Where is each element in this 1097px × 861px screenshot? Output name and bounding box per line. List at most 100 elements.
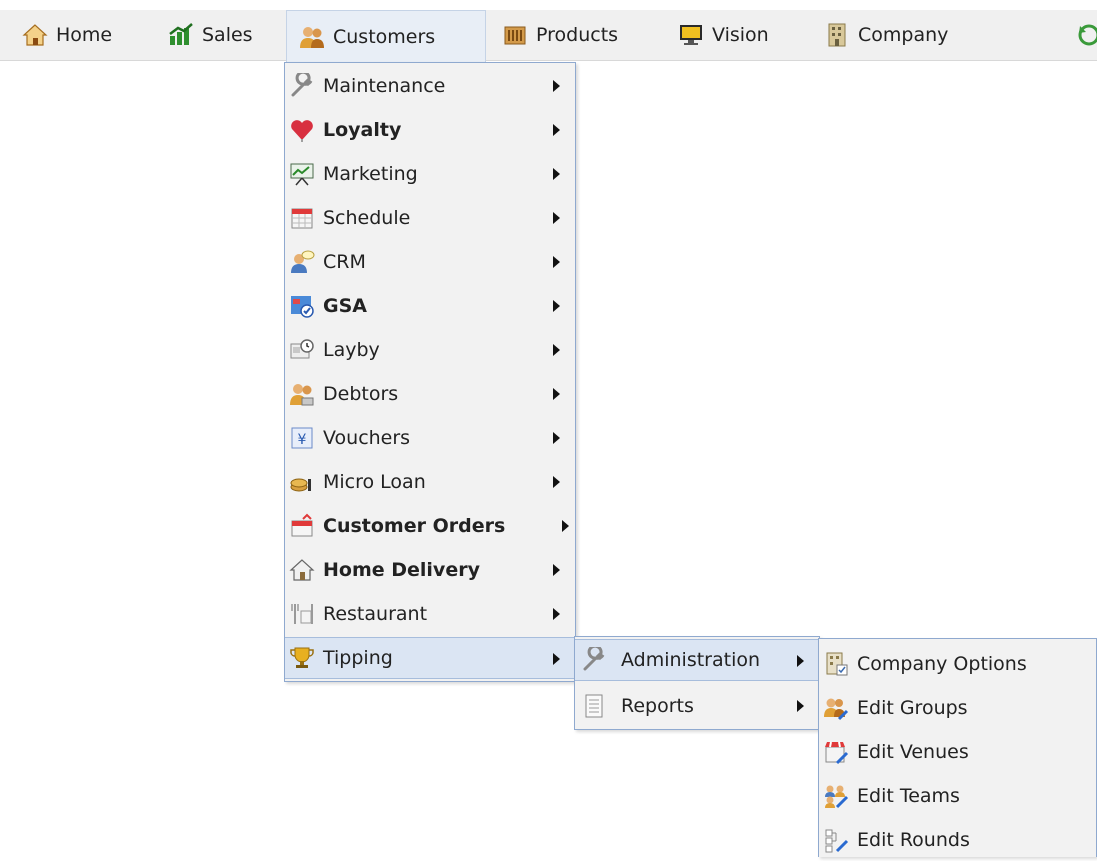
rounds-edit-icon: [823, 827, 849, 853]
customers-menu: Maintenance Loyalty Marketing Schedule C…: [284, 62, 576, 682]
nav-home-label: Home: [56, 24, 113, 46]
nav-customers[interactable]: Customers: [286, 10, 486, 62]
wrench-icon: [581, 647, 607, 673]
report-document-icon: [581, 693, 607, 719]
menu-item-label: Maintenance: [323, 75, 446, 97]
menu-item-home-delivery[interactable]: Home Delivery: [285, 549, 575, 591]
nav-sales-label: Sales: [202, 24, 253, 46]
nav-vision[interactable]: Vision: [678, 10, 769, 60]
svg-text:¥: ¥: [298, 432, 307, 448]
menu-item-label: Edit Groups: [857, 697, 968, 719]
layby-clock-icon: [289, 337, 315, 363]
nav-overflow-item[interactable]: [1076, 10, 1097, 60]
menu-item-gsa[interactable]: GSA: [285, 285, 575, 327]
building-icon: [824, 22, 850, 48]
menu-item-label: Debtors: [323, 383, 399, 405]
menu-item-label: Tipping: [323, 647, 393, 669]
submenu-arrow-icon: [553, 564, 560, 576]
menu-item-crm[interactable]: CRM: [285, 241, 575, 283]
submenu-arrow-icon: [553, 80, 560, 92]
menu-item-label: Micro Loan: [323, 471, 426, 493]
menu-item-label: Company Options: [857, 653, 1027, 675]
voucher-icon: ¥: [289, 425, 315, 451]
menu-item-loyalty[interactable]: Loyalty: [285, 109, 575, 151]
menu-item-label: Edit Rounds: [857, 829, 970, 851]
venue-edit-icon: [823, 739, 849, 765]
menu-item-customer-orders[interactable]: Customer Orders: [285, 505, 575, 547]
home-icon: [22, 22, 48, 48]
presentation-icon: [289, 161, 315, 187]
submenu-arrow-icon: [553, 476, 560, 488]
menu-item-label: Edit Teams: [857, 785, 960, 807]
nav-vision-label: Vision: [712, 24, 769, 46]
menu-item-edit-rounds[interactable]: Edit Rounds: [819, 819, 1096, 861]
wrench-icon: [289, 73, 315, 99]
submenu-arrow-icon: [797, 700, 804, 712]
group-edit-icon: [823, 695, 849, 721]
menu-item-label: Edit Venues: [857, 741, 969, 763]
menu-item-schedule[interactable]: Schedule: [285, 197, 575, 239]
products-icon: [502, 22, 528, 48]
submenu-arrow-icon: [553, 388, 560, 400]
submenu-arrow-icon: [562, 520, 569, 532]
cutlery-icon: [289, 601, 315, 627]
nav-sales[interactable]: Sales: [168, 10, 253, 60]
nav-company-label: Company: [858, 24, 949, 46]
customers-icon: [299, 24, 325, 50]
submenu-arrow-icon: [553, 344, 560, 356]
calendar-icon: [289, 205, 315, 231]
debtors-icon: [289, 381, 315, 407]
refresh-icon: [1076, 22, 1097, 48]
menu-item-label: CRM: [323, 251, 366, 273]
heart-icon: [289, 117, 315, 143]
monitor-icon: [678, 22, 704, 48]
menu-item-edit-groups[interactable]: Edit Groups: [819, 687, 1096, 729]
building-check-icon: [823, 651, 849, 677]
map-check-icon: [289, 293, 315, 319]
menu-item-tipping[interactable]: Tipping: [285, 637, 575, 679]
submenu-arrow-icon: [553, 300, 560, 312]
menu-item-debtors[interactable]: Debtors: [285, 373, 575, 415]
nav-customers-label: Customers: [333, 25, 436, 48]
menu-item-label: Home Delivery: [323, 559, 480, 581]
person-chat-icon: [289, 249, 315, 275]
submenu-arrow-icon: [553, 432, 560, 444]
menu-item-micro-loan[interactable]: Micro Loan: [285, 461, 575, 503]
submenu-arrow-icon: [553, 212, 560, 224]
menu-item-reports[interactable]: Reports: [575, 685, 819, 727]
nav-products-label: Products: [536, 24, 619, 46]
sales-chart-icon: [168, 22, 194, 48]
menu-item-edit-venues[interactable]: Edit Venues: [819, 731, 1096, 773]
coins-icon: [289, 469, 315, 495]
menu-item-restaurant[interactable]: Restaurant: [285, 593, 575, 635]
menu-item-label: Marketing: [323, 163, 418, 185]
orders-calendar-icon: [289, 513, 315, 539]
administration-submenu: Company Options Edit Groups Edit Venues …: [818, 638, 1097, 857]
nav-products[interactable]: Products: [502, 10, 618, 60]
menu-item-label: Restaurant: [323, 603, 428, 625]
submenu-arrow-icon: [553, 653, 560, 665]
menu-item-layby[interactable]: Layby: [285, 329, 575, 371]
tipping-submenu: Administration Reports: [574, 636, 820, 730]
trophy-icon: [289, 645, 315, 671]
submenu-arrow-icon: [553, 168, 560, 180]
nav-company[interactable]: Company: [824, 10, 948, 60]
submenu-arrow-icon: [553, 256, 560, 268]
menu-item-label: Schedule: [323, 207, 411, 229]
menu-item-label: Loyalty: [323, 119, 402, 141]
menu-item-maintenance[interactable]: Maintenance: [285, 65, 575, 107]
menu-item-administration[interactable]: Administration: [575, 639, 819, 681]
menu-item-label: Customer Orders: [323, 515, 506, 537]
nav-home[interactable]: Home: [22, 10, 112, 60]
submenu-arrow-icon: [553, 124, 560, 136]
menu-item-vouchers[interactable]: ¥ Vouchers: [285, 417, 575, 459]
teams-edit-icon: [823, 783, 849, 809]
menu-item-edit-teams[interactable]: Edit Teams: [819, 775, 1096, 817]
menu-item-marketing[interactable]: Marketing: [285, 153, 575, 195]
submenu-arrow-icon: [553, 608, 560, 620]
submenu-arrow-icon: [797, 655, 804, 667]
menu-item-label: Layby: [323, 339, 380, 361]
menu-item-label: Administration: [621, 649, 761, 671]
menu-item-company-options[interactable]: Company Options: [819, 643, 1096, 685]
menu-item-label: GSA: [323, 295, 367, 317]
